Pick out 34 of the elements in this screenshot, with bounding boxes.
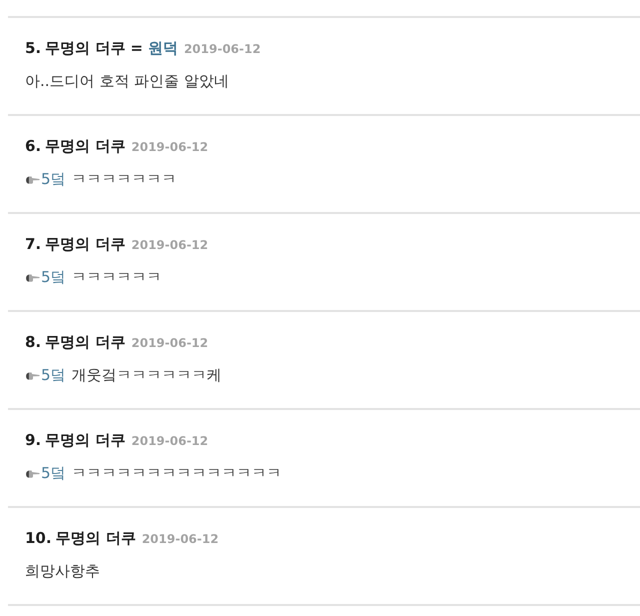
comment-text: ㅋㅋㅋㅋㅋㅋ [72, 267, 162, 288]
comment-text: ㅋㅋㅋㅋㅋㅋㅋㅋㅋㅋㅋㅋㅋㅋ [72, 463, 282, 484]
comment-text: 개웃겈ㅋㅋㅋㅋㅋㅋ케 [72, 365, 222, 386]
comment-number: 5. [25, 38, 42, 59]
comment-date: 2019-06-12 [184, 41, 261, 58]
comment-number: 8. [25, 332, 42, 353]
comment-author: 무명의 더쿠 [45, 136, 126, 157]
pointing-hand-icon [25, 468, 40, 478]
comment-author: 무명의 더쿠 [45, 430, 126, 451]
pointing-hand-icon [25, 174, 40, 184]
reply-link[interactable]: 5덬 [41, 169, 66, 190]
comment-number: 10. [25, 528, 52, 549]
comment-author: 무명의 더쿠 [45, 332, 126, 353]
comment-date: 2019-06-12 [131, 237, 208, 254]
reply-link[interactable]: 5덬 [41, 463, 66, 484]
alias-separator: = [130, 38, 143, 59]
comment-author: 무명의 더쿠 [56, 528, 136, 549]
pointing-hand-icon [25, 370, 40, 380]
comment-number: 6. [25, 136, 42, 157]
comment-number: 9. [25, 430, 42, 451]
comment-author: 무명의 더쿠 [45, 234, 126, 255]
comment-date: 2019-06-12 [142, 531, 219, 548]
comment-author: 무명의 더쿠 [45, 38, 126, 59]
comment-text: 아..드디어 호적 파인줄 알았네 [25, 71, 229, 92]
comment-date: 2019-06-12 [131, 335, 208, 352]
comment-date: 2019-06-12 [131, 433, 208, 450]
comment-text: ㅋㅋㅋㅋㅋㅋㅋ [72, 169, 177, 190]
reply-link[interactable]: 5덬 [41, 365, 66, 386]
alias-link[interactable]: 원덕 [148, 38, 178, 59]
comment-number: 7. [25, 234, 42, 255]
comment-date: 2019-06-12 [131, 139, 208, 156]
reply-link[interactable]: 5덬 [41, 267, 66, 288]
pointing-hand-icon [25, 272, 40, 282]
comment-text: 희망사항추 [25, 561, 100, 582]
